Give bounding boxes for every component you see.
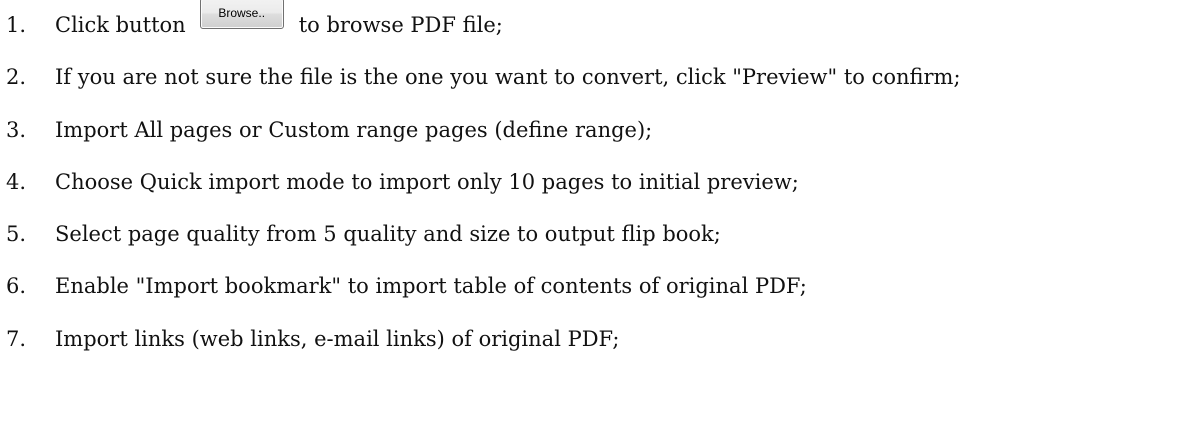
step-number: 1. xyxy=(6,13,27,37)
step-text-after-button: to browse PDF file; xyxy=(298,13,503,37)
step-number: 7. xyxy=(6,327,27,351)
step-number: 6. xyxy=(6,274,27,298)
instruction-step-page-quality: 5. Select page quality from 5 quality an… xyxy=(6,214,721,254)
step-text: Import links (web links, e-mail links) o… xyxy=(55,327,620,351)
instruction-step-import-links: 7. Import links (web links, e-mail links… xyxy=(6,319,619,359)
step-text: Import All pages or Custom range pages (… xyxy=(55,118,653,142)
step-text: If you are not sure the file is the one … xyxy=(55,65,961,89)
instruction-step-quick-import: 4. Choose Quick import mode to import on… xyxy=(6,162,799,202)
step-number: 2. xyxy=(6,65,27,89)
browse-button[interactable]: Browse.. xyxy=(199,0,284,29)
step-text-before-button: Click button xyxy=(55,13,186,37)
instruction-step-import-bookmark: 6. Enable "Import bookmark" to import ta… xyxy=(6,266,807,306)
step-text: Enable "Import bookmark" to import table… xyxy=(55,274,807,298)
instruction-step-import-pages: 3. Import All pages or Custom range page… xyxy=(6,110,652,150)
step-number: 3. xyxy=(6,118,27,142)
step-text: Select page quality from 5 quality and s… xyxy=(55,222,721,246)
instruction-step-preview: 2. If you are not sure the file is the o… xyxy=(6,57,961,97)
instruction-step-browse: 1. Click button Browse.. to browse PDF f… xyxy=(6,0,503,45)
step-number: 5. xyxy=(6,222,27,246)
step-number: 4. xyxy=(6,170,27,194)
step-text: Choose Quick import mode to import only … xyxy=(55,170,799,194)
